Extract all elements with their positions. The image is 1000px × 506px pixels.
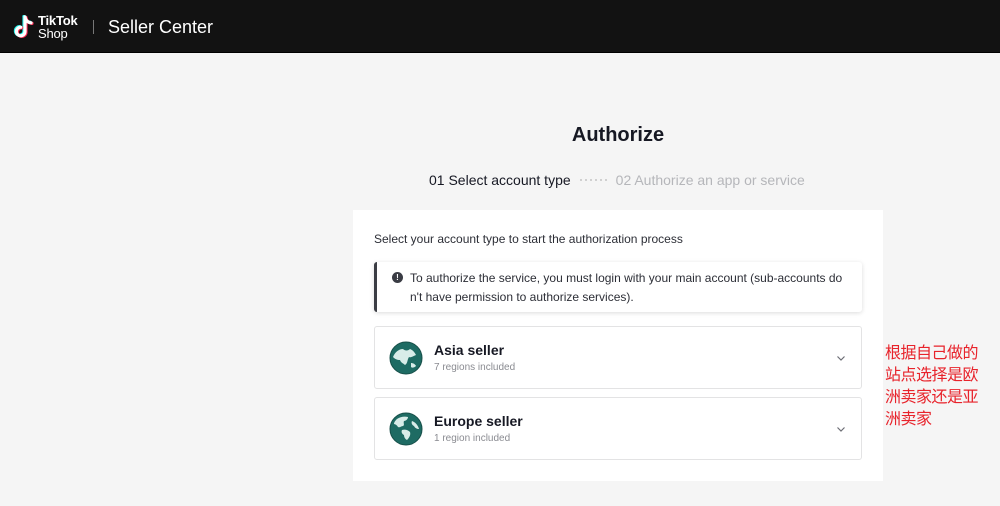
notice-banner: ! To authorize the service, you must log… bbox=[374, 262, 862, 312]
step-select-account-type: 01 Select account type bbox=[429, 172, 571, 188]
card-instruction: Select your account type to start the au… bbox=[374, 232, 683, 246]
option-title: Europe seller bbox=[434, 413, 523, 429]
globe-asia-icon bbox=[389, 341, 423, 375]
header-divider bbox=[93, 20, 94, 34]
info-icon: ! bbox=[392, 272, 403, 283]
logo-wordmark: TikTok Shop bbox=[38, 14, 78, 40]
chevron-down-icon bbox=[837, 427, 845, 432]
step-connector bbox=[579, 179, 607, 181]
top-bar: TikTok Shop Seller Center bbox=[0, 0, 1000, 53]
option-asia-seller[interactable]: Asia seller 7 regions included bbox=[374, 326, 862, 389]
option-subtitle: 1 region included bbox=[434, 433, 511, 444]
option-title: Asia seller bbox=[434, 342, 505, 358]
page-title: Authorize bbox=[571, 124, 665, 146]
stepper: 01 Select account type 02 Authorize an a… bbox=[429, 171, 805, 189]
account-type-card: Select your account type to start the au… bbox=[353, 210, 883, 481]
step-authorize-app: 02 Authorize an app or service bbox=[615, 172, 805, 188]
product-name: Seller Center bbox=[108, 17, 214, 37]
logo-line-shop: Shop bbox=[38, 26, 68, 41]
chevron-down-icon bbox=[837, 356, 845, 361]
tiktok-note-icon bbox=[13, 15, 34, 38]
notice-text: To authorize the service, you must login… bbox=[410, 271, 843, 304]
option-europe-seller[interactable]: Europe seller 1 region included bbox=[374, 397, 862, 460]
globe-europe-icon bbox=[389, 412, 423, 446]
annotation-note: 根据自己做的站点选择是欧洲卖家还是亚洲卖家 bbox=[885, 343, 979, 428]
tiktok-shop-logo[interactable]: TikTok Shop bbox=[12, 14, 82, 42]
option-subtitle: 7 regions included bbox=[434, 362, 516, 373]
